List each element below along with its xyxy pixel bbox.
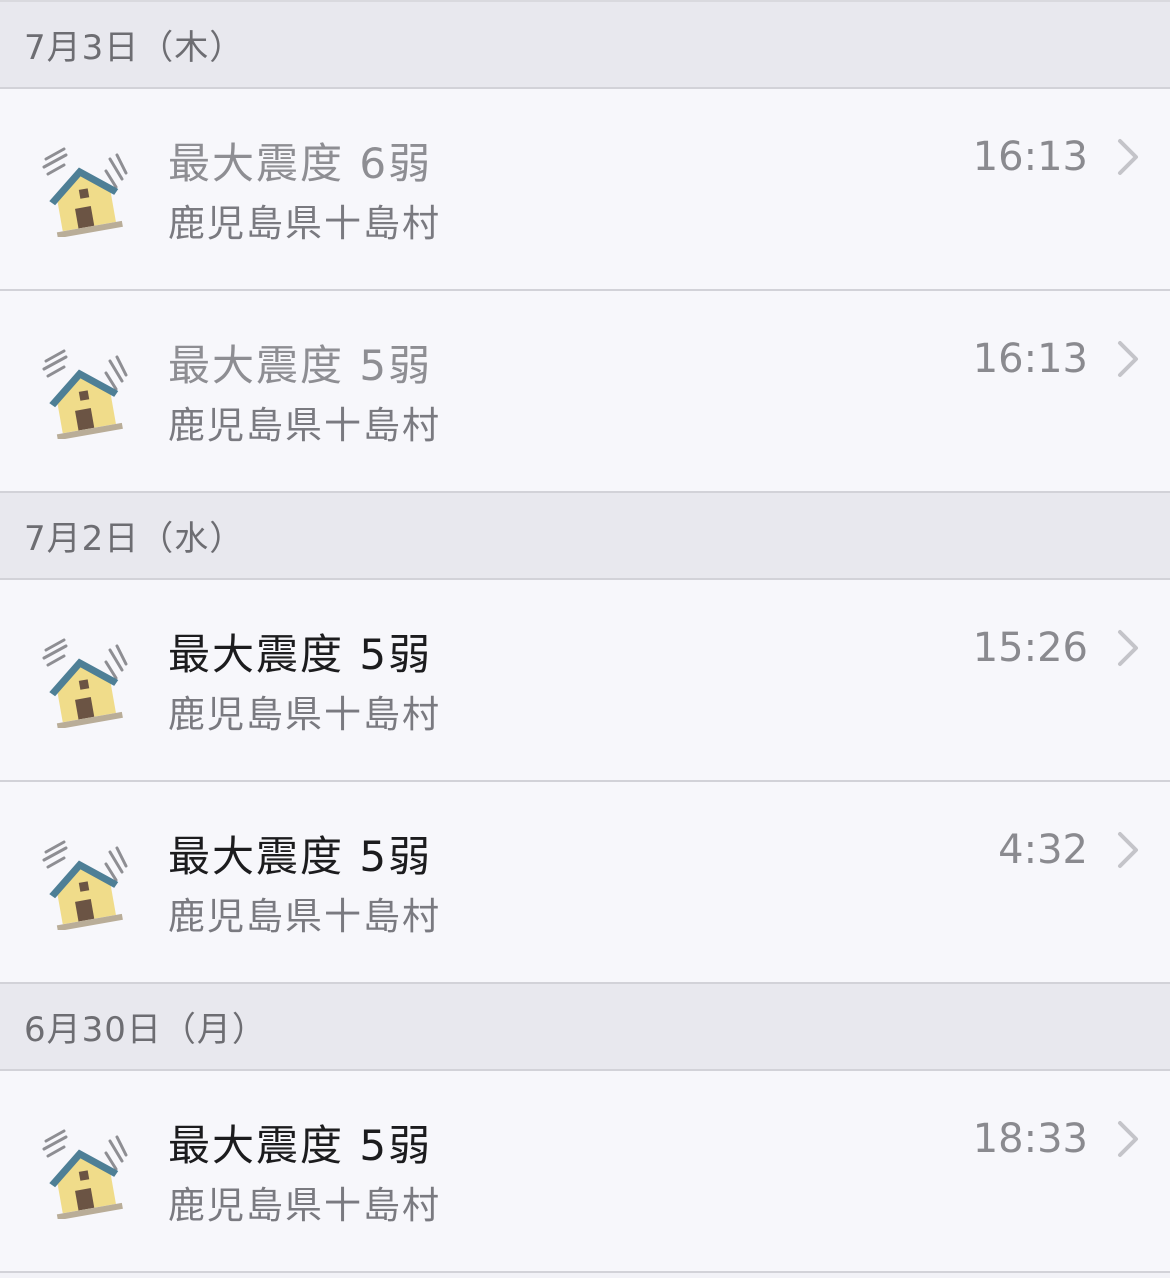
chevron-right-icon [1116, 137, 1140, 177]
list-item[interactable]: 最大震度 5弱 鹿児島県十島村 15:26 [0, 580, 1170, 782]
location-label: 鹿児島県十島村 [168, 895, 441, 938]
house-shaking-icon [40, 638, 130, 730]
chevron-right-icon [1116, 1119, 1140, 1159]
section-header-date: 7月3日（木） [0, 2, 1170, 89]
max-intensity-title: 最大震度 5弱 [168, 630, 433, 679]
list-item[interactable]: 最大震度 5弱 鹿児島県十島村 16:13 [0, 291, 1170, 493]
earthquake-history-list: 7月3日（木） 最大震度 6弱 鹿児島県十島村 16:13 最大震度 5弱 鹿児… [0, 0, 1170, 1278]
location-label: 鹿児島県十島村 [168, 693, 441, 736]
house-shaking-icon [40, 147, 130, 239]
house-shaking-icon [40, 1129, 130, 1221]
section-date-label: 6月30日（月） [24, 1010, 267, 1050]
time-label: 15:26 [972, 625, 1088, 671]
chevron-right-icon [1116, 628, 1140, 668]
max-intensity-title: 最大震度 5弱 [168, 341, 433, 390]
time-label: 16:13 [972, 336, 1088, 382]
chevron-right-icon [1116, 830, 1140, 870]
section-header-date: 7月2日（水） [0, 493, 1170, 580]
section-date-label: 7月2日（水） [24, 519, 245, 559]
max-intensity-title: 最大震度 5弱 [168, 1121, 433, 1170]
house-shaking-icon [40, 840, 130, 932]
max-intensity-title: 最大震度 6弱 [168, 139, 433, 188]
house-shaking-icon [40, 349, 130, 441]
max-intensity-title: 最大震度 5弱 [168, 832, 433, 881]
chevron-right-icon [1116, 339, 1140, 379]
list-item[interactable]: 最大震度 6弱 鹿児島県十島村 16:13 [0, 89, 1170, 291]
list-item[interactable]: 最大震度 5弱 鹿児島県十島村 18:33 [0, 1071, 1170, 1273]
location-label: 鹿児島県十島村 [168, 202, 441, 245]
list-item[interactable]: 最大震度 5弱 鹿児島県十島村 4:32 [0, 782, 1170, 984]
time-label: 18:33 [972, 1116, 1088, 1162]
time-label: 16:13 [972, 134, 1088, 180]
time-label: 4:32 [998, 827, 1088, 873]
location-label: 鹿児島県十島村 [168, 404, 441, 447]
location-label: 鹿児島県十島村 [168, 1184, 441, 1227]
section-header-date: 6月30日（月） [0, 984, 1170, 1071]
section-date-label: 7月3日（木） [24, 28, 245, 68]
